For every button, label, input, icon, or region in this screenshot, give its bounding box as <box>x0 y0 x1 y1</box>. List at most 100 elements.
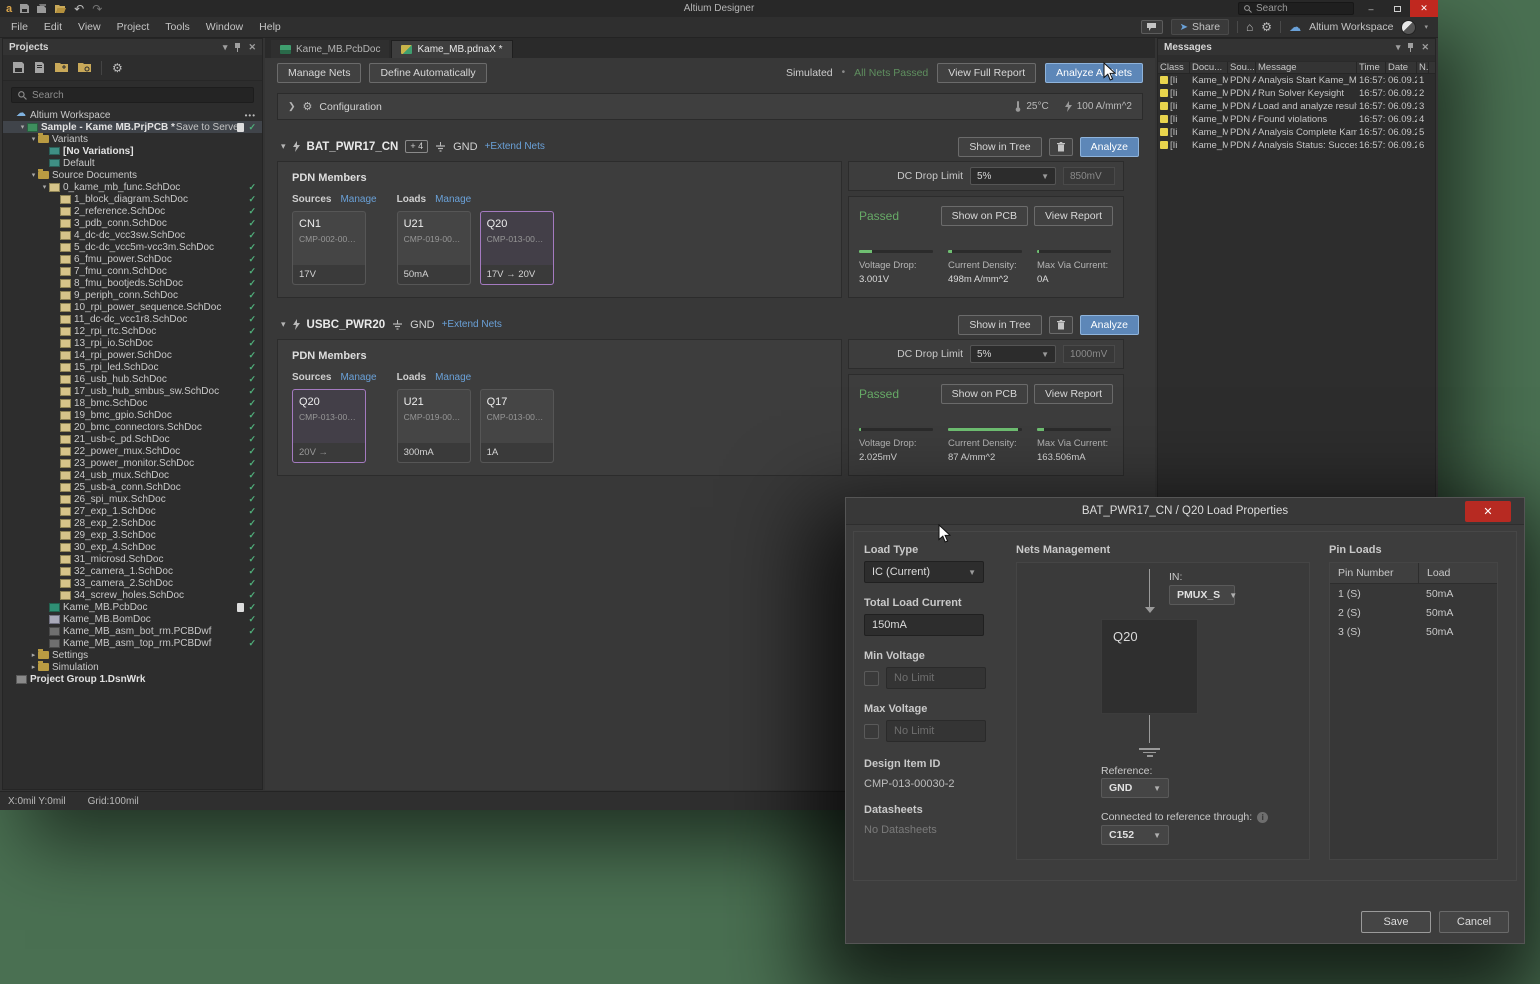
tree-item[interactable]: 34_screw_holes.SchDoc✓ <box>3 589 262 601</box>
tree-item[interactable]: 2_reference.SchDoc✓ <box>3 205 262 217</box>
view-report-button[interactable]: View Report <box>1034 384 1113 404</box>
global-search-input[interactable]: Search <box>1238 2 1354 15</box>
define-automatically-button[interactable]: Define Automatically <box>369 63 486 83</box>
tree-item[interactable]: 19_bmc_gpio.SchDoc✓ <box>3 409 262 421</box>
menu-project[interactable]: Project <box>110 19 157 35</box>
ground-net-label[interactable]: GND <box>453 141 477 153</box>
undo-icon[interactable]: ↶ <box>74 2 84 16</box>
view-full-report-button[interactable]: View Full Report <box>937 63 1036 83</box>
pin-loads-header-row[interactable]: Pin Number Load <box>1330 563 1497 584</box>
tree-item[interactable]: ▾0_kame_mb_func.SchDoc✓ <box>3 181 262 193</box>
component-card-q20-selected[interactable]: Q20 CMP-013-0003... 17V → 20V <box>480 211 554 285</box>
reference-select[interactable]: GND▼ <box>1101 778 1169 798</box>
message-row[interactable]: [IiKame_MIPDN AFound violations16:57:506… <box>1158 113 1435 126</box>
menu-window[interactable]: Window <box>199 19 250 35</box>
tree-item[interactable]: 13_rpi_io.SchDoc✓ <box>3 337 262 349</box>
panel-dropdown-icon[interactable]: ▾ <box>223 42 228 53</box>
workspace-label[interactable]: Altium Workspace <box>1309 21 1393 33</box>
pin-load-row[interactable]: 3 (S)50mA <box>1330 622 1497 641</box>
show-in-tree-button[interactable]: Show in Tree <box>958 315 1041 335</box>
tree-item[interactable]: 14_rpi_power.SchDoc✓ <box>3 349 262 361</box>
tree-item[interactable]: 30_exp_4.SchDoc✓ <box>3 541 262 553</box>
collapse-icon[interactable]: ▾ <box>281 141 286 152</box>
tree-item[interactable]: 21_usb-c_pd.SchDoc✓ <box>3 433 262 445</box>
home-icon[interactable]: ⌂ <box>1246 20 1253 34</box>
tree-item[interactable]: 5_dc-dc_vcc5m-vcc3m.SchDoc✓ <box>3 241 262 253</box>
info-icon[interactable]: i <box>1257 812 1268 823</box>
in-net-select[interactable]: PMUX_S▼ <box>1169 585 1235 605</box>
tree-item[interactable]: 15_rpi_led.SchDoc✓ <box>3 361 262 373</box>
dc-drop-limit-select[interactable]: 5%▼ <box>970 345 1056 363</box>
tree-item[interactable]: 7_fmu_conn.SchDoc✓ <box>3 265 262 277</box>
delete-net-button[interactable] <box>1049 316 1073 334</box>
tree-item[interactable]: 29_exp_3.SchDoc✓ <box>3 529 262 541</box>
tree-item[interactable]: Kame_MB.PcbDoc✓ <box>3 601 262 613</box>
tree-item[interactable]: Altium Workspace••• <box>3 109 262 121</box>
tree-item[interactable]: 9_periph_conn.SchDoc✓ <box>3 289 262 301</box>
tree-item[interactable]: 12_rpi_rtc.SchDoc✓ <box>3 325 262 337</box>
manage-sources-link[interactable]: Manage <box>340 372 376 383</box>
save-button[interactable]: Save <box>1361 911 1431 933</box>
share-button[interactable]: ➤ Share <box>1171 19 1229 35</box>
max-voltage-input[interactable]: No Limit <box>886 720 986 742</box>
tree-item[interactable]: 23_power_monitor.SchDoc✓ <box>3 457 262 469</box>
message-row[interactable]: [IiKame_MIPDN AAnalysis Start Kame_MB [P… <box>1158 74 1435 87</box>
component-block-q20[interactable]: Q20 <box>1101 619 1198 714</box>
message-row[interactable]: [IiKame_MIPDN AAnalysis Status: Success1… <box>1158 139 1435 152</box>
message-row[interactable]: [IiKame_MIPDN ALoad and analyze result16… <box>1158 100 1435 113</box>
minimize-button[interactable]: – <box>1358 0 1384 17</box>
pin-icon[interactable] <box>1407 43 1414 52</box>
collapse-icon[interactable]: ▾ <box>281 319 286 330</box>
save-project-icon[interactable] <box>13 62 24 73</box>
component-card-q20-selected[interactable]: Q20 CMP-013-0003... 20V → <box>292 389 366 463</box>
projects-search-input[interactable]: Search <box>11 87 254 103</box>
close-button[interactable]: ✕ <box>1410 0 1438 17</box>
panel-close-icon[interactable]: ✕ <box>1421 42 1429 53</box>
tab-kame-mb-pcbdoc[interactable]: Kame_MB.PcbDoc <box>271 40 389 58</box>
open-document-icon[interactable] <box>34 62 45 73</box>
menu-view[interactable]: View <box>71 19 108 35</box>
component-card-cn1[interactable]: CN1 CMP-002-0006... 17V <box>292 211 366 285</box>
folder-settings-icon[interactable] <box>78 62 91 73</box>
manage-loads-link[interactable]: Manage <box>435 194 471 205</box>
ground-net-label[interactable]: GND <box>410 319 434 331</box>
open-icon[interactable] <box>55 4 66 13</box>
min-voltage-checkbox[interactable] <box>864 671 879 686</box>
pin-icon[interactable] <box>234 43 241 52</box>
component-card-u21[interactable]: U21 CMP-019-0004... 300mA <box>397 389 471 463</box>
tree-item[interactable]: Kame_MB_asm_top_rm.PCBDwf✓ <box>3 637 262 649</box>
manage-loads-link[interactable]: Manage <box>435 372 471 383</box>
message-row[interactable]: [IiKame_MIPDN AAnalysis Complete Kame_N1… <box>1158 126 1435 139</box>
tree-item[interactable]: 11_dc-dc_vcc1r8.SchDoc✓ <box>3 313 262 325</box>
project-settings-icon[interactable]: ⚙ <box>112 61 123 75</box>
tree-item[interactable]: 26_spi_mux.SchDoc✓ <box>3 493 262 505</box>
dc-drop-mv-field[interactable]: 850mV <box>1063 167 1115 185</box>
dialog-close-button[interactable]: ✕ <box>1465 501 1511 522</box>
manage-sources-link[interactable]: Manage <box>340 194 376 205</box>
tree-item[interactable]: 27_exp_1.SchDoc✓ <box>3 505 262 517</box>
dc-drop-limit-select[interactable]: 5%▼ <box>970 167 1056 185</box>
more-options-icon[interactable]: ••• <box>245 111 256 120</box>
expand-icon[interactable]: ❯ <box>288 101 296 112</box>
tree-item[interactable]: 32_camera_1.SchDoc✓ <box>3 565 262 577</box>
net-name[interactable]: USBC_PWR20 <box>307 319 386 331</box>
analyze-button[interactable]: Analyze <box>1080 137 1139 157</box>
tree-item[interactable]: [No Variations] <box>3 145 262 157</box>
maximize-button[interactable] <box>1384 0 1410 17</box>
tree-item[interactable]: Kame_MB_asm_bot_rm.PCBDwf✓ <box>3 625 262 637</box>
max-voltage-checkbox[interactable] <box>864 724 879 739</box>
extend-nets-link[interactable]: +Extend Nets <box>442 319 502 330</box>
tree-item[interactable]: 22_power_mux.SchDoc✓ <box>3 445 262 457</box>
tree-item[interactable]: 4_dc-dc_vcc3sw.SchDoc✓ <box>3 229 262 241</box>
view-report-button[interactable]: View Report <box>1034 206 1113 226</box>
tree-item[interactable]: 20_bmc_connectors.SchDoc✓ <box>3 421 262 433</box>
tree-item[interactable]: ▸Settings <box>3 649 262 661</box>
panel-dropdown-icon[interactable]: ▾ <box>1396 42 1401 53</box>
delete-net-button[interactable] <box>1049 138 1073 156</box>
panel-close-icon[interactable]: ✕ <box>248 42 256 53</box>
tree-item[interactable]: 25_usb-a_conn.SchDoc✓ <box>3 481 262 493</box>
analyze-button[interactable]: Analyze <box>1080 315 1139 335</box>
tree-item[interactable]: 17_usb_hub_smbus_sw.SchDoc✓ <box>3 385 262 397</box>
dc-drop-mv-field[interactable]: 1000mV <box>1063 345 1115 363</box>
tree-item[interactable]: 24_usb_mux.SchDoc✓ <box>3 469 262 481</box>
